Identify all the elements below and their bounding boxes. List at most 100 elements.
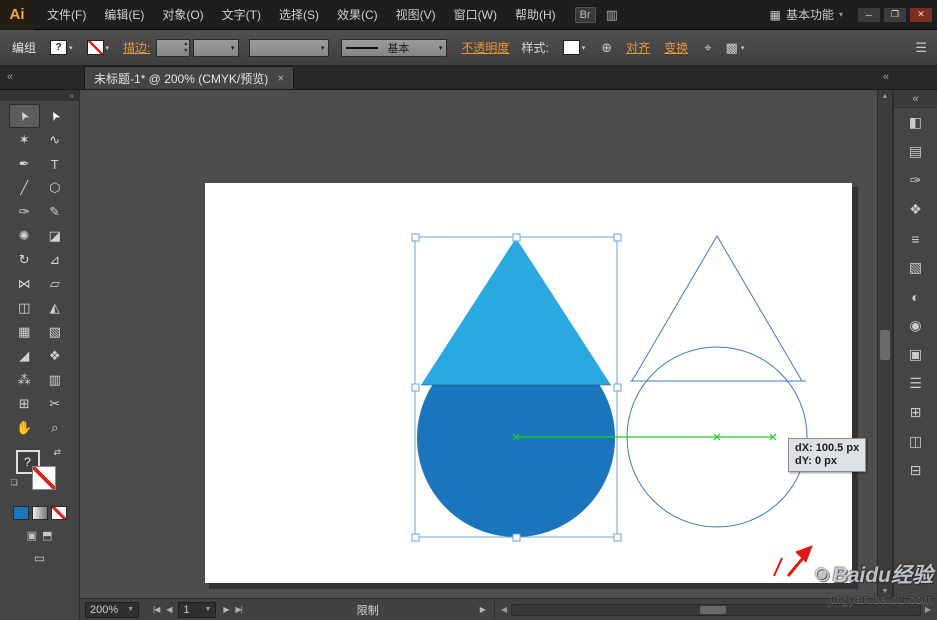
vscroll-thumb[interactable] (880, 330, 890, 360)
free-transform-tool[interactable]: ▱ (40, 272, 71, 296)
horizontal-scrollbar[interactable]: ◀ ▶ (493, 599, 937, 620)
arrange-documents-icon[interactable]: ▥ (606, 7, 618, 23)
align-link[interactable]: 对齐 (626, 39, 650, 56)
vertical-scrollbar[interactable]: ▲ ▼ (877, 90, 893, 598)
swatches-panel-icon[interactable]: ▤ (894, 137, 937, 166)
stepper-arrows-icon[interactable]: ▴ ▾ (184, 41, 187, 55)
pathfinder-panel-icon[interactable]: ◫ (894, 427, 937, 456)
menu-item-0[interactable]: 文件(F) (38, 0, 95, 30)
column-graph-tool[interactable]: ▥ (40, 368, 71, 392)
brush-definition-select[interactable]: 基本 ▾ (341, 38, 448, 57)
rotate-tool[interactable]: ↻ (9, 248, 40, 272)
selection-handle[interactable] (613, 233, 622, 242)
tools-panel-header[interactable]: « (0, 90, 79, 101)
eyedropper-tool[interactable]: ◢ (9, 344, 40, 368)
brushes-panel-icon[interactable]: ✑ (894, 166, 937, 195)
status-text[interactable]: 限制 (298, 602, 438, 618)
selection-handle[interactable] (512, 533, 521, 542)
next-artboard-button[interactable]: ▶ (223, 605, 229, 614)
swap-fill-stroke-icon[interactable]: ⇄ (54, 447, 62, 458)
hand-tool[interactable]: ✋ (9, 416, 40, 440)
isolate-selected-icon[interactable]: ⌖ (704, 40, 711, 56)
gradient-tool[interactable]: ▧ (40, 320, 71, 344)
artboard-number-field[interactable]: 1 ▼ (178, 601, 217, 618)
pencil-tool[interactable]: ✎ (40, 200, 71, 224)
style-select[interactable]: ▾ (562, 40, 585, 55)
style-swatch[interactable] (562, 40, 580, 55)
selection-handle[interactable] (512, 233, 521, 242)
control-panel-menu-icon[interactable]: ☰ (915, 40, 927, 56)
collapse-dock-icon[interactable]: « (883, 71, 889, 83)
stroke-weight-select[interactable]: ▾ (193, 38, 240, 57)
collapse-toolbar-icon[interactable]: « (7, 71, 13, 83)
fill-swatch[interactable]: ? (50, 40, 68, 55)
bridge-button[interactable]: Br (574, 6, 596, 23)
gradient-button[interactable] (31, 506, 48, 520)
mesh-tool[interactable]: ▦ (9, 320, 40, 344)
graphic-styles-panel-icon[interactable]: ▣ (894, 340, 937, 369)
stroke-color-control[interactable]: ▾ (86, 40, 110, 55)
fill-color-control[interactable]: ? ▾ (50, 40, 73, 55)
menu-item-7[interactable]: 窗口(W) (445, 0, 506, 30)
appearance-panel-icon[interactable]: ◉ (894, 311, 937, 340)
opacity-link[interactable]: 不透明度 (461, 39, 509, 56)
artboard-tool[interactable]: ⊞ (9, 392, 40, 416)
slice-tool[interactable]: ✂ (40, 392, 71, 416)
width-tool[interactable]: ⋈ (9, 272, 40, 296)
stroke-weight-link[interactable]: 描边: (123, 39, 150, 56)
artboards-panel-icon[interactable]: ⊞ (894, 398, 937, 427)
type-tool[interactable]: T (40, 152, 71, 176)
selection-tool[interactable]: ➤ (9, 104, 40, 128)
scroll-right-icon[interactable]: ▶ (921, 605, 935, 614)
transparency-panel-icon[interactable]: ◐ (894, 282, 937, 311)
scroll-left-icon[interactable]: ◀ (497, 605, 511, 614)
variable-width-profile-select[interactable]: ▾ (249, 38, 330, 57)
draw-normal-icon[interactable]: ▣ (27, 529, 37, 542)
perspective-grid-tool[interactable]: ◭ (40, 296, 71, 320)
symbols-panel-icon[interactable]: ❖ (894, 195, 937, 224)
menu-item-4[interactable]: 选择(S) (270, 0, 328, 30)
last-artboard-button[interactable]: ▶| (236, 605, 243, 614)
app-logo[interactable]: Ai (0, 0, 34, 30)
select-similar-icon[interactable]: ▩ (726, 40, 738, 56)
symbol-sprayer-tool[interactable]: ⁂ (9, 368, 40, 392)
shape-tool[interactable]: ⬡ (40, 176, 71, 200)
eraser-tool[interactable]: ◪ (40, 224, 71, 248)
shape-builder-tool[interactable]: ◫ (9, 296, 40, 320)
hscroll-track[interactable] (510, 603, 921, 616)
color-button[interactable] (12, 506, 29, 520)
globe-icon[interactable]: ⊕ (601, 40, 612, 56)
maximize-button[interactable]: ❐ (883, 6, 907, 23)
chevron-down-icon[interactable]: ▾ (741, 44, 745, 52)
layers-panel-icon[interactable]: ☰ (894, 369, 937, 398)
blob-brush-tool[interactable]: ✺ (9, 224, 40, 248)
direct-selection-tool[interactable]: ➤ (40, 104, 71, 128)
prev-artboard-button[interactable]: ◀ (166, 605, 172, 614)
menu-item-1[interactable]: 编辑(E) (95, 0, 153, 30)
minimize-button[interactable]: ─ (857, 6, 881, 23)
line-segment-tool[interactable]: ╱ (9, 176, 40, 200)
screen-mode-icon[interactable]: ▭ (34, 551, 45, 565)
menu-item-5[interactable]: 效果(C) (328, 0, 387, 30)
stroke-panel-icon[interactable]: ≡ (894, 224, 937, 253)
chevron-down-icon[interactable]: ▾ (106, 44, 110, 52)
zoom-tool[interactable]: ⌕ (40, 416, 71, 440)
selection-handle[interactable] (613, 533, 622, 542)
stroke-weight-stepper[interactable]: ▴ ▾ (156, 38, 191, 57)
zoom-select[interactable]: 200% ▼ (85, 601, 139, 618)
selection-handle[interactable] (411, 233, 420, 242)
chevron-down-icon[interactable]: ▾ (69, 44, 73, 52)
pen-tool[interactable]: ✒ (9, 152, 40, 176)
blend-tool[interactable]: ❖ (40, 344, 71, 368)
stroke-swatch[interactable] (86, 40, 104, 55)
status-menu-arrow[interactable]: ▶ (480, 605, 486, 614)
menu-item-2[interactable]: 对象(O) (153, 0, 212, 30)
selection-handle[interactable] (411, 533, 420, 542)
select-similar-control[interactable]: ▩ ▾ (726, 40, 745, 56)
canvas-area[interactable]: dX: 100.5 px dY: 0 px (80, 90, 877, 598)
hscroll-thumb[interactable] (699, 605, 726, 614)
stepper-down-icon[interactable]: ▾ (184, 48, 187, 55)
gradient-panel-icon[interactable]: ▧ (894, 253, 937, 282)
menu-item-6[interactable]: 视图(V) (387, 0, 445, 30)
close-button[interactable]: ✕ (909, 6, 933, 23)
